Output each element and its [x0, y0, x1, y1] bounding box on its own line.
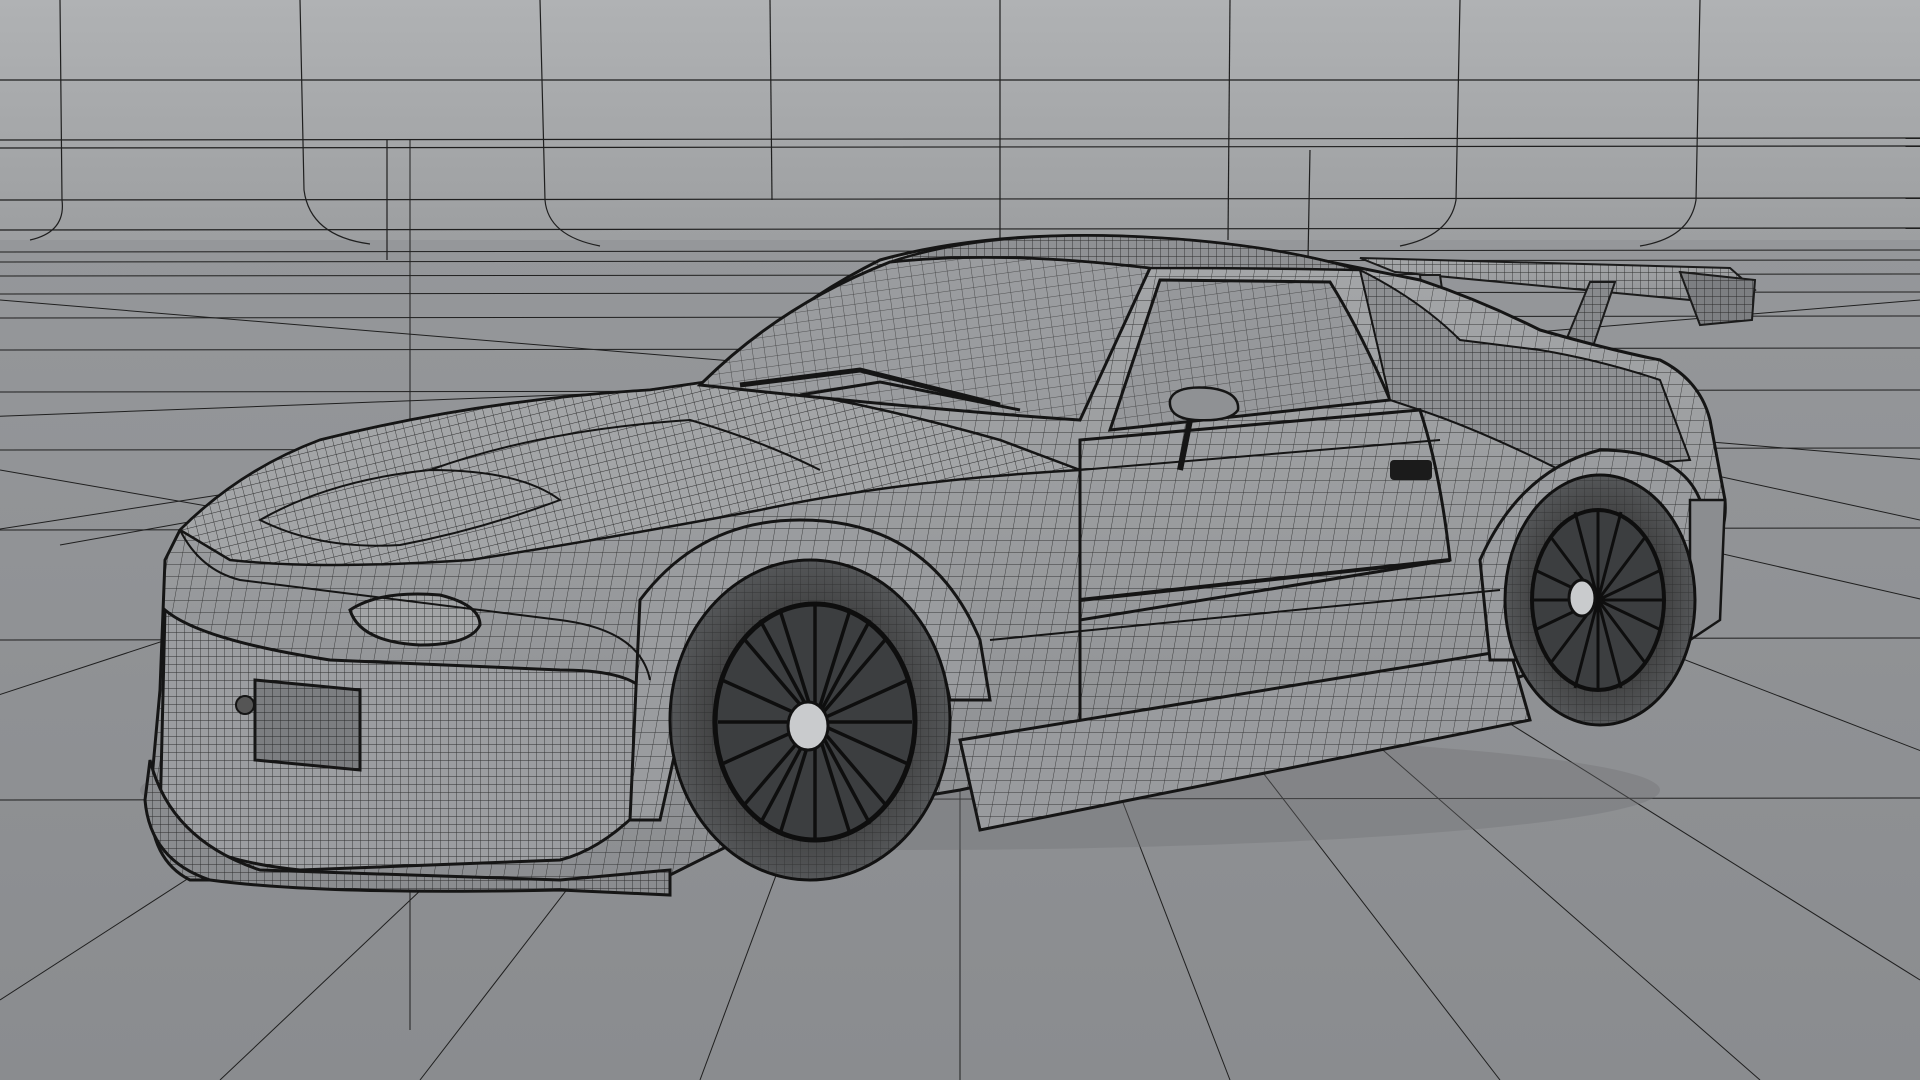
- rear-wheel-hub: [1567, 578, 1597, 618]
- front-wheel: [668, 558, 952, 882]
- front-wheel-hub: [786, 700, 830, 752]
- fog-light: [235, 695, 255, 715]
- backdrop-wall: [0, 0, 1920, 250]
- wireframe-scene: [0, 0, 1920, 1080]
- rear-wheel: [1503, 473, 1697, 727]
- door-handle: [1390, 460, 1432, 480]
- 3d-viewport[interactable]: [0, 0, 1920, 1080]
